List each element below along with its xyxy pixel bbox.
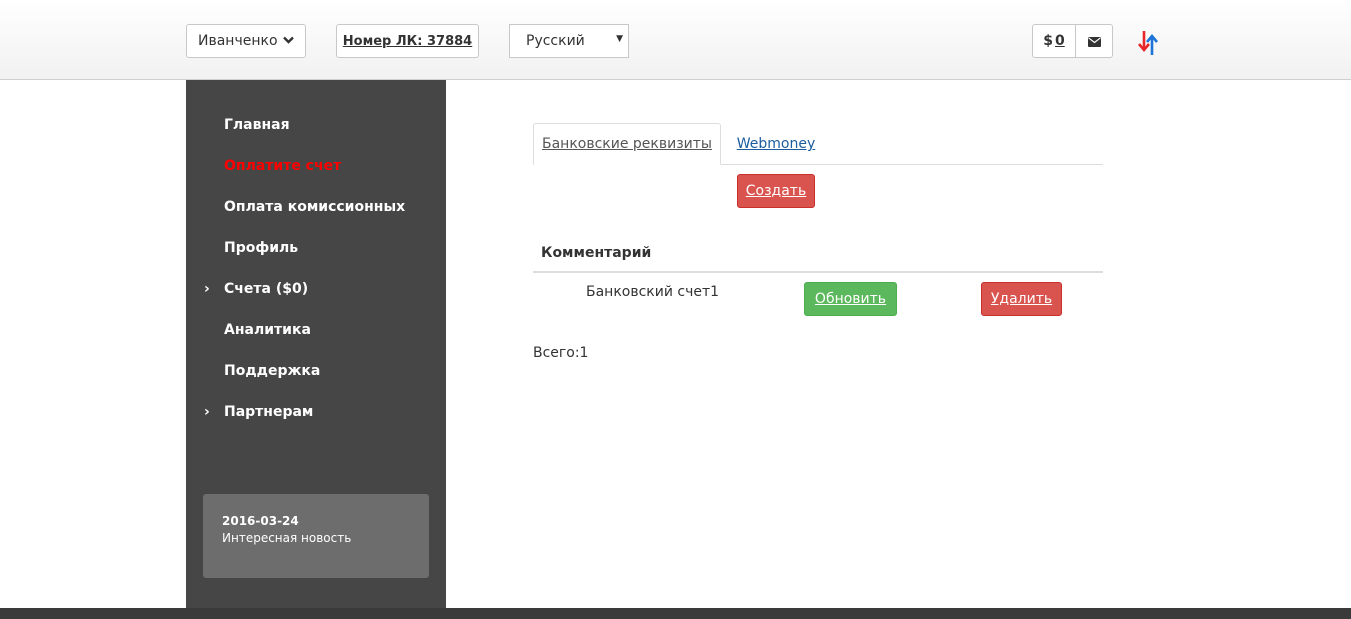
tab-bank-details[interactable]: Банковские реквизиты	[533, 123, 721, 165]
create-button[interactable]: Создать	[737, 174, 815, 208]
news-date: 2016-03-24	[222, 514, 299, 528]
chevron-right-icon: ›	[204, 404, 210, 420]
language-selected: Русский	[526, 33, 585, 49]
table-header-divider	[533, 271, 1103, 273]
currency-symbol: $	[1043, 33, 1053, 49]
sidebar-item-commission-payment[interactable]: Оплата комиссионных	[224, 199, 405, 215]
table-cell-comment: Банковский счет1	[586, 284, 720, 300]
news-box[interactable]: 2016-03-24 Интересная новость	[203, 494, 429, 578]
language-select[interactable]: Русский ▼	[509, 24, 629, 58]
news-text: Интересная новость	[222, 531, 352, 545]
account-number-button[interactable]: Номер ЛК: 37884	[336, 24, 479, 58]
chevron-down-icon	[282, 34, 294, 47]
column-header-comment: Комментарий	[541, 245, 652, 261]
exchange-arrows-icon[interactable]	[1137, 29, 1163, 57]
user-menu-button[interactable]: Иванченко	[186, 24, 306, 58]
sidebar-item-profile[interactable]: Профиль	[224, 240, 298, 256]
delete-button[interactable]: Удалить	[981, 282, 1062, 316]
balance-button[interactable]: $0	[1033, 25, 1076, 57]
sidebar-item-analytics[interactable]: Аналитика	[224, 322, 311, 338]
user-name: Иванченко	[198, 33, 278, 49]
sidebar-item-partners[interactable]: Партнерам	[224, 404, 313, 420]
sidebar-item-support[interactable]: Поддержка	[224, 363, 320, 379]
footer-bar	[0, 608, 1351, 619]
chevron-right-icon: ›	[204, 281, 210, 297]
update-button[interactable]: Обновить	[804, 282, 897, 316]
sidebar-item-pay-invoice[interactable]: Оплатите счет	[224, 158, 341, 174]
sidebar: Главная Оплатите счет Оплата комиссионны…	[186, 80, 446, 608]
tab-webmoney[interactable]: Webmoney	[722, 123, 830, 165]
total-count: Всего:1	[533, 345, 589, 361]
sidebar-item-home[interactable]: Главная	[224, 117, 290, 133]
top-header: Иванченко Номер ЛК: 37884 Русский ▼ $0	[0, 0, 1351, 80]
balance-group: $0	[1032, 24, 1113, 58]
dropdown-arrow-icon: ▼	[616, 34, 623, 44]
sidebar-item-accounts[interactable]: Счета ($0)	[224, 281, 308, 297]
messages-button[interactable]	[1076, 25, 1112, 57]
balance-amount: 0	[1055, 33, 1065, 49]
envelope-icon	[1087, 32, 1101, 51]
